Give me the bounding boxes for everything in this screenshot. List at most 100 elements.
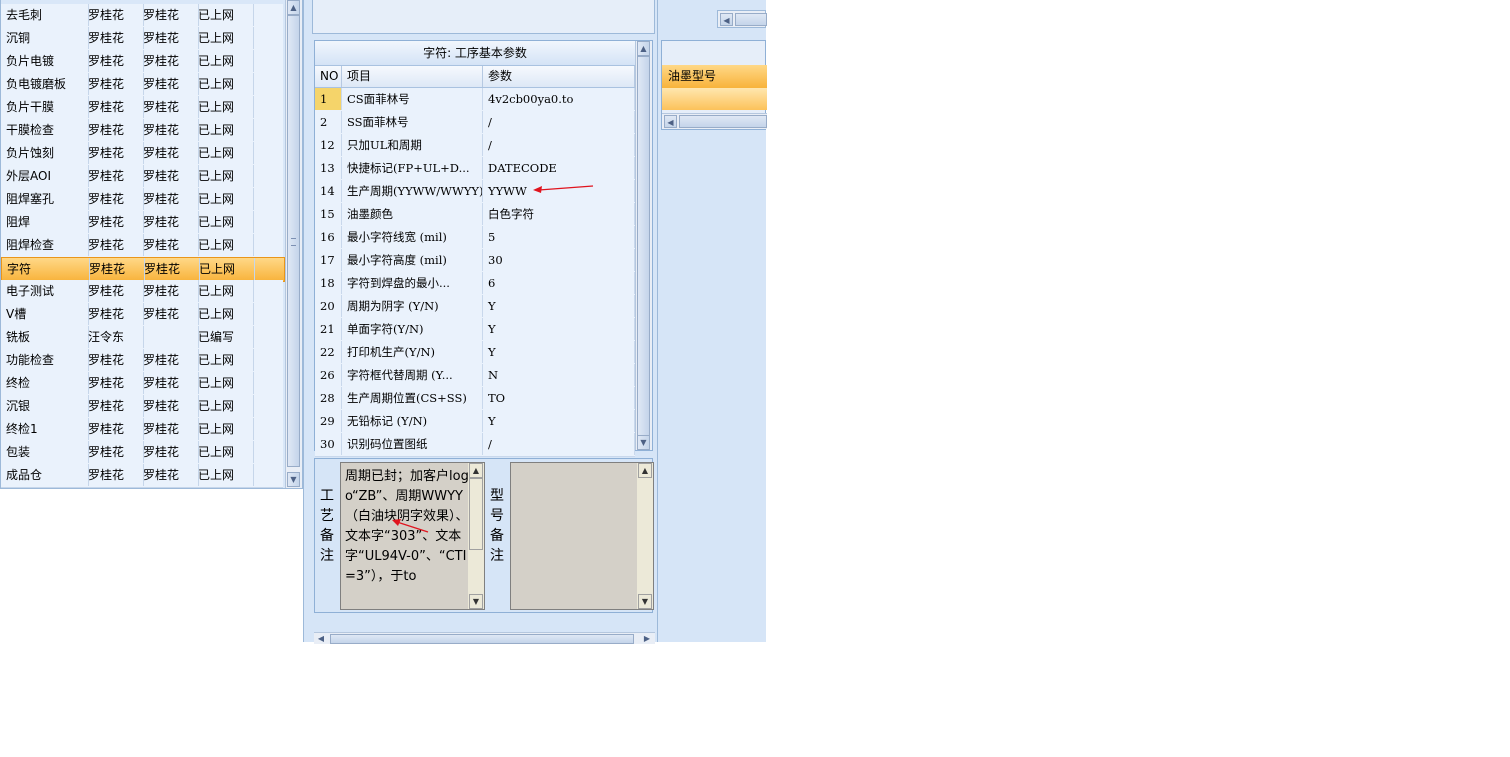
col-header-value[interactable]: 参数 <box>483 66 635 87</box>
process-cell-a: 罗桂花 <box>83 418 144 440</box>
scroll-up-button[interactable]: ▲ <box>637 41 650 56</box>
param-row[interactable]: 1 CS面菲林号 4v2cb00ya0.to <box>315 88 635 112</box>
param-row[interactable]: 22 打印机生产(Y/N) Y <box>315 341 635 365</box>
model-note-vscroll[interactable]: ▲ ▼ <box>637 463 653 609</box>
process-cell-a: 罗桂花 <box>84 258 145 280</box>
param-row[interactable]: 15 油墨颜色 白色字符 <box>315 203 635 227</box>
scroll-left-button[interactable]: ◀ <box>720 13 733 26</box>
param-row[interactable]: 20 周期为阴字 (Y/N) Y <box>315 295 635 319</box>
param-row[interactable]: 28 生产周期位置(CS+SS) TO <box>315 387 635 411</box>
process-row[interactable]: 沉铜 罗桂花 罗桂花 已上网 <box>1 27 289 51</box>
scroll-down-button[interactable]: ▼ <box>637 435 650 450</box>
red-arrow-annotation <box>533 185 594 193</box>
process-cell-status: 已上网 <box>193 395 254 417</box>
process-row[interactable]: 终检 罗桂花 罗桂花 已上网 <box>1 372 289 396</box>
process-row[interactable]: V槽 罗桂花 罗桂花 已上网 <box>1 303 289 327</box>
ink-model-header[interactable]: 油墨型号 <box>662 65 767 88</box>
param-row[interactable]: 29 无铅标记 (Y/N) Y <box>315 410 635 434</box>
process-row[interactable]: 负电镀磨板 罗桂花 罗桂花 已上网 <box>1 73 289 97</box>
param-cell-value: 4v2cb00ya0.to <box>483 88 635 110</box>
param-row[interactable]: 26 字符框代替周期 (Y... N <box>315 364 635 388</box>
process-row[interactable]: 干膜检查 罗桂花 罗桂花 已上网 <box>1 119 289 143</box>
process-cell-extra <box>248 96 289 118</box>
process-row[interactable]: 负片干膜 罗桂花 罗桂花 已上网 <box>1 96 289 120</box>
scroll-thumb[interactable] <box>330 634 634 644</box>
param-cell-item: 油墨颜色 <box>342 203 483 225</box>
process-grid-vscroll[interactable]: ▲ ▼ <box>285 0 302 488</box>
process-cell-status: 已上网 <box>193 119 254 141</box>
process-cell-name: 去毛刺 <box>1 4 89 26</box>
param-cell-value: 6 <box>483 272 635 294</box>
model-note-textarea[interactable]: ▲ ▼ <box>510 462 654 610</box>
process-row[interactable]: 功能检查 罗桂花 罗桂花 已上网 <box>1 349 289 373</box>
scroll-thumb[interactable] <box>637 56 650 436</box>
process-row[interactable]: 阻焊 罗桂花 罗桂花 已上网 <box>1 211 289 235</box>
scroll-down-button[interactable]: ▼ <box>287 472 300 487</box>
scroll-up-button[interactable]: ▲ <box>469 463 483 478</box>
scroll-thumb[interactable] <box>735 13 767 26</box>
process-row[interactable]: 外层AOI 罗桂花 罗桂花 已上网 <box>1 165 289 189</box>
process-row[interactable]: 阻焊检查 罗桂花 罗桂花 已上网 <box>1 234 289 258</box>
process-note-vscroll[interactable]: ▲ ▼ <box>468 463 484 609</box>
param-row[interactable]: 30 识别码位置图纸 / <box>315 433 635 457</box>
process-cell-b: 罗桂花 <box>138 211 199 233</box>
scroll-left-button[interactable]: ◀ <box>664 115 677 128</box>
process-cell-a: 罗桂花 <box>83 211 144 233</box>
param-row[interactable]: 12 只加UL和周期 / <box>315 134 635 158</box>
process-cell-a: 罗桂花 <box>83 188 144 210</box>
param-cell-item: 只加UL和周期 <box>342 134 483 156</box>
process-cell-b: 罗桂花 <box>138 464 199 486</box>
param-cell-value: Y <box>483 410 635 432</box>
process-row[interactable]: 沉银 罗桂花 罗桂花 已上网 <box>1 395 289 419</box>
param-cell-no: 17 <box>315 249 342 271</box>
process-row[interactable]: 终检1 罗桂花 罗桂花 已上网 <box>1 418 289 442</box>
scroll-down-button[interactable]: ▼ <box>638 594 652 609</box>
col-header-item[interactable]: 项目 <box>342 66 483 87</box>
process-cell-a: 罗桂花 <box>83 464 144 486</box>
process-cell-extra <box>248 119 289 141</box>
label-char: 备 <box>490 528 504 544</box>
process-row[interactable]: 负片电镀 罗桂花 罗桂花 已上网 <box>1 50 289 74</box>
label-char: 注 <box>320 548 334 564</box>
process-cell-extra <box>248 4 289 26</box>
param-table-vscroll[interactable]: ▲ ▼ <box>635 41 652 450</box>
process-cell-name: 电子测试 <box>1 280 89 302</box>
process-row[interactable]: 负片蚀刻 罗桂花 罗桂花 已上网 <box>1 142 289 166</box>
process-row[interactable]: 字符 罗桂花 罗桂花 已上网 <box>1 257 290 282</box>
scroll-thumb[interactable] <box>287 15 300 467</box>
param-row[interactable]: 17 最小字符高度 (mil) 30 <box>315 249 635 273</box>
param-row[interactable]: 21 单面字符(Y/N) Y <box>315 318 635 342</box>
process-cell-status: 已上网 <box>193 464 254 486</box>
process-row[interactable]: 成品仓 罗桂花 罗桂花 已上网 <box>1 464 289 488</box>
process-cell-a: 罗桂花 <box>83 395 144 417</box>
process-row[interactable]: 电子测试 罗桂花 罗桂花 已上网 <box>1 280 289 304</box>
scroll-left-button[interactable]: ◀ <box>314 633 328 645</box>
process-cell-name: 干膜检查 <box>1 119 89 141</box>
param-cell-item: 快捷标记(FP+UL+D... <box>342 157 483 179</box>
scroll-thumb[interactable] <box>679 115 767 128</box>
scroll-up-button[interactable]: ▲ <box>287 0 300 15</box>
param-row[interactable]: 16 最小字符线宽 (mil) 5 <box>315 226 635 250</box>
process-cell-a: 汪令东 <box>83 326 144 348</box>
process-cell-status: 已上网 <box>193 50 254 72</box>
process-row[interactable]: 阻焊塞孔 罗桂花 罗桂花 已上网 <box>1 188 289 212</box>
param-row[interactable]: 18 字符到焊盘的最小... 6 <box>315 272 635 296</box>
scroll-up-button[interactable]: ▲ <box>638 463 652 478</box>
param-row[interactable]: 2 SS面菲林号 / <box>315 111 635 135</box>
process-cell-name: 成品仓 <box>1 464 89 486</box>
param-cell-value: / <box>483 433 635 455</box>
scroll-right-button[interactable]: ▶ <box>640 633 654 645</box>
process-cell-status: 已上网 <box>193 165 254 187</box>
scroll-down-button[interactable]: ▼ <box>469 594 483 609</box>
process-row[interactable]: 铣板 汪令东 已编写 <box>1 326 289 350</box>
ink-grid-hscroll[interactable]: ◀ <box>662 113 767 129</box>
middle-hscroll[interactable]: ◀ ▶ <box>314 632 655 644</box>
right-top-hscroll[interactable]: ◀ <box>717 10 767 28</box>
scroll-thumb[interactable] <box>469 478 483 550</box>
process-row[interactable]: 包装 罗桂花 罗桂花 已上网 <box>1 441 289 465</box>
process-row[interactable]: 去毛刺 罗桂花 罗桂花 已上网 <box>1 4 289 28</box>
col-header-no[interactable]: NO <box>315 66 342 87</box>
ink-model-row[interactable] <box>662 88 767 110</box>
process-cell-extra <box>248 441 289 463</box>
process-cell-extra <box>248 418 289 440</box>
